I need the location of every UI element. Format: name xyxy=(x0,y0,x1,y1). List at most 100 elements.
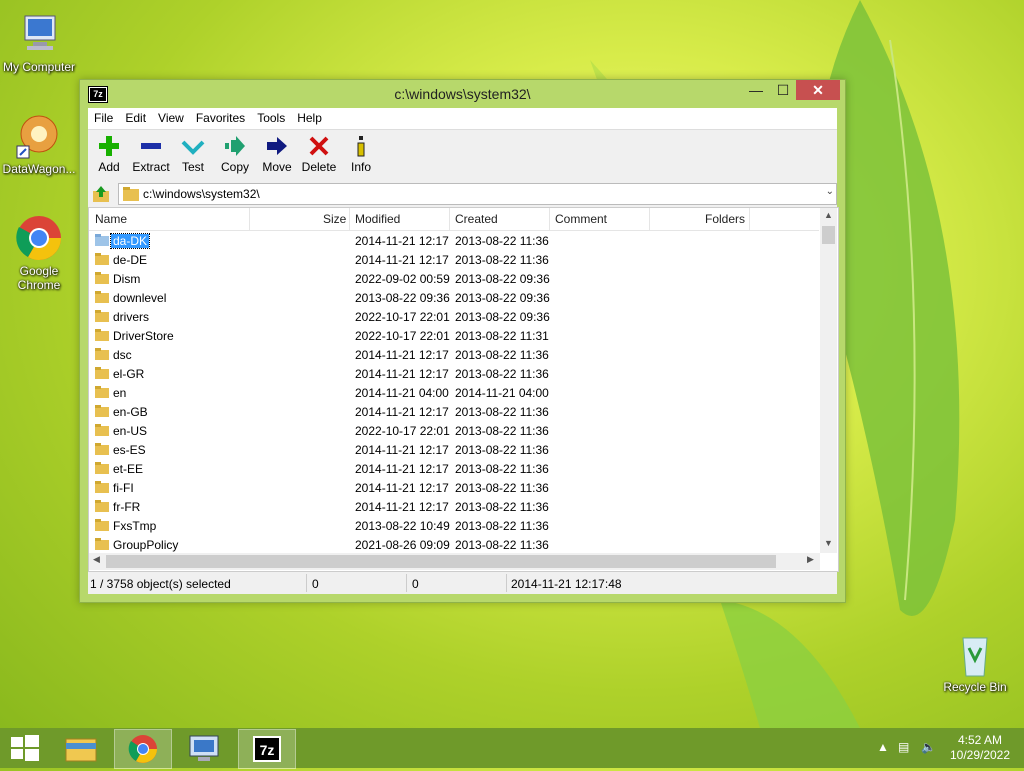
table-row[interactable]: drivers 2022-10-17 22:01 2013-08-22 09:36 xyxy=(89,307,819,326)
folder-icon xyxy=(95,348,109,360)
menu-edit[interactable]: Edit xyxy=(119,108,152,129)
network-icon[interactable]: ▤ xyxy=(898,740,909,754)
delete-button[interactable]: Delete xyxy=(298,134,340,174)
row-name: en-US xyxy=(113,424,148,438)
table-row[interactable]: fi-FI 2014-11-21 12:17 2013-08-22 11:36 xyxy=(89,478,819,497)
taskbar-7zip[interactable]: 7z xyxy=(238,729,296,769)
clock-time: 4:52 AM xyxy=(957,733,1003,747)
table-row[interactable]: en 2014-11-21 04:00 2014-11-21 04:00 xyxy=(89,383,819,402)
row-modified: 2014-11-21 12:17 xyxy=(355,234,449,248)
desktop-icon-recycle-bin[interactable]: Recycle Bin xyxy=(936,630,1014,694)
7zip-icon: 7z xyxy=(253,736,281,762)
row-modified: 2014-11-21 12:17 xyxy=(355,253,449,267)
row-name: de-DE xyxy=(113,253,148,267)
status-modified: 2014-11-21 12:17:48 xyxy=(511,577,622,591)
row-name: GroupPolicy xyxy=(113,538,179,552)
row-modified: 2021-08-26 09:09 xyxy=(355,538,450,552)
row-name: FxsTmp xyxy=(113,519,157,533)
row-modified: 2022-10-17 22:01 xyxy=(355,424,450,438)
test-button[interactable]: Test xyxy=(172,134,214,174)
address-input[interactable]: c:\windows\system32\ ⌄ xyxy=(118,183,837,205)
row-modified: 2013-08-22 09:36 xyxy=(355,291,450,305)
copy-label: Copy xyxy=(220,160,249,174)
row-created: 2013-08-22 11:36 xyxy=(455,348,549,362)
close-button[interactable]: ✕ xyxy=(796,80,840,100)
table-row[interactable]: el-GR 2014-11-21 12:17 2013-08-22 11:36 xyxy=(89,364,819,383)
start-button[interactable] xyxy=(0,729,56,767)
copy-button[interactable]: Copy xyxy=(214,134,256,174)
row-created: 2013-08-22 11:36 xyxy=(455,481,549,495)
window-title: c:\windows\system32\ xyxy=(394,86,531,102)
scroll-up-arrow[interactable]: ▲ xyxy=(820,210,837,220)
column-header-modified[interactable]: Modified xyxy=(355,212,400,226)
scroll-down-arrow[interactable]: ▼ xyxy=(820,538,837,548)
show-hidden-icons-chevron-icon[interactable]: ▲ xyxy=(877,740,889,754)
svg-text:7z: 7z xyxy=(260,742,275,758)
chevron-down-icon[interactable]: ⌄ xyxy=(826,186,834,197)
row-created: 2013-08-22 11:36 xyxy=(455,234,549,248)
table-row[interactable]: da-DK 2014-11-21 12:17 2013-08-22 11:36 xyxy=(89,231,819,250)
desktop-icon-my-computer[interactable]: My Computer xyxy=(0,10,78,74)
status-size: 0 xyxy=(312,577,319,591)
table-row[interactable]: en-GB 2014-11-21 12:17 2013-08-22 11:36 xyxy=(89,402,819,421)
title-bar[interactable]: 7z c:\windows\system32\ — ☐ ✕ xyxy=(80,80,845,108)
row-created: 2013-08-22 09:36 xyxy=(455,272,550,286)
volume-icon[interactable]: 🔈 xyxy=(921,740,936,754)
desktop-icon-google-chrome[interactable]: Google Chrome xyxy=(0,214,78,292)
table-row[interactable]: de-DE 2014-11-21 12:17 2013-08-22 11:36 xyxy=(89,250,819,269)
table-row[interactable]: FxsTmp 2013-08-22 10:49 2013-08-22 11:36 xyxy=(89,516,819,535)
7zip-window: 7z c:\windows\system32\ — ☐ ✕ File Edit Vi… xyxy=(79,79,846,603)
extract-button[interactable]: Extract xyxy=(130,134,172,174)
table-row[interactable]: fr-FR 2014-11-21 12:17 2013-08-22 11:36 xyxy=(89,497,819,516)
folder-icon xyxy=(123,187,139,201)
row-created: 2013-08-22 11:31 xyxy=(455,329,549,343)
taskbar-remote-desktop[interactable] xyxy=(176,729,232,767)
column-header-folders[interactable]: Folders xyxy=(705,212,745,226)
table-row[interactable]: downlevel 2013-08-22 09:36 2013-08-22 09:3… xyxy=(89,288,819,307)
row-modified: 2014-11-21 12:17 xyxy=(355,348,449,362)
row-name: DriverStore xyxy=(113,329,174,343)
menu-file[interactable]: File xyxy=(88,108,119,129)
table-row[interactable]: DriverStore 2022-10-17 22:01 2013-08-22 11… xyxy=(89,326,819,345)
table-row[interactable]: Dism 2022-09-02 00:59 2013-08-22 09:36 xyxy=(89,269,819,288)
menu-help[interactable]: Help xyxy=(291,108,328,129)
taskbar-google-chrome[interactable] xyxy=(114,729,172,769)
table-row[interactable]: en-US 2022-10-17 22:01 2013-08-22 11:36 xyxy=(89,421,819,440)
column-header-name[interactable]: Name xyxy=(95,212,127,226)
menu-favorites[interactable]: Favorites xyxy=(190,108,251,129)
folder-icon xyxy=(95,253,109,265)
add-button[interactable]: Add xyxy=(88,134,130,174)
status-bar: 1 / 3758 object(s) selected 0 0 2014-11-… xyxy=(88,572,837,594)
vertical-scroll-thumb[interactable] xyxy=(822,226,835,244)
table-row[interactable]: et-EE 2014-11-21 12:17 2013-08-22 11:36 xyxy=(89,459,819,478)
row-name: es-ES xyxy=(113,443,146,457)
horizontal-scroll-thumb[interactable] xyxy=(106,555,776,568)
menu-view[interactable]: View xyxy=(152,108,190,129)
add-label: Add xyxy=(98,160,120,174)
maximize-button[interactable]: ☐ xyxy=(770,80,796,100)
info-label: Info xyxy=(350,160,371,174)
minimize-button[interactable]: — xyxy=(742,80,770,100)
vertical-scrollbar[interactable]: ▲ ▼ xyxy=(820,208,837,553)
row-name: da-DK xyxy=(109,233,151,249)
table-row[interactable]: es-ES 2014-11-21 12:17 2013-08-22 11:36 xyxy=(89,440,819,459)
up-folder-button[interactable] xyxy=(92,185,110,203)
move-button[interactable]: Move xyxy=(256,134,298,174)
scroll-right-arrow[interactable]: ▶ xyxy=(807,554,814,565)
column-header-comment[interactable]: Comment xyxy=(555,212,607,226)
move-label: Move xyxy=(262,160,292,174)
column-header-size[interactable]: Size xyxy=(323,212,346,226)
info-button[interactable]: Info xyxy=(340,134,382,174)
menu-tools[interactable]: Tools xyxy=(251,108,291,129)
column-header-created[interactable]: Created xyxy=(455,212,498,226)
scroll-left-arrow[interactable]: ◀ xyxy=(93,554,100,565)
table-row[interactable]: dsc 2014-11-21 12:17 2013-08-22 11:36 xyxy=(89,345,819,364)
horizontal-scrollbar[interactable]: ◀ ▶ xyxy=(89,553,820,570)
desktop-icon-datawagon[interactable]: DataWagon... xyxy=(0,112,78,176)
taskbar-file-explorer[interactable] xyxy=(54,729,110,767)
clock[interactable]: 4:52 AM 10/29/2022 xyxy=(944,733,1016,763)
table-row[interactable]: GroupPolicy 2021-08-26 09:09 2013-08-22 11… xyxy=(89,535,819,554)
folder-icon xyxy=(95,310,109,322)
row-name: fr-FR xyxy=(113,500,141,514)
folder-icon xyxy=(95,538,109,550)
